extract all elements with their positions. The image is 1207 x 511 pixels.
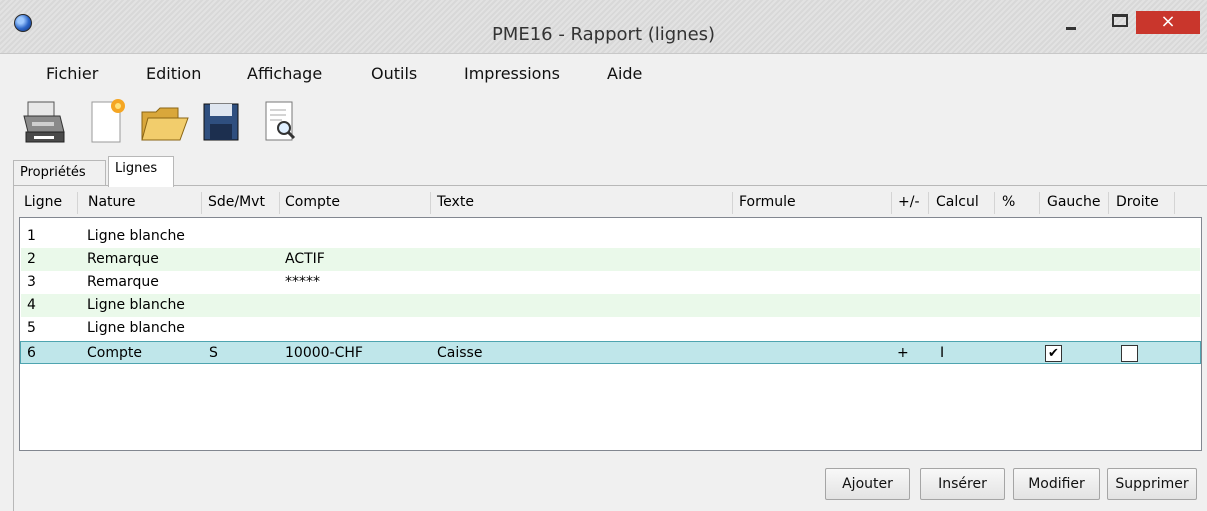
delete-button[interactable]: Supprimer [1107,468,1197,500]
cell-compte: 10000-CHF [285,345,363,361]
title-bar: PME16 - Rapport (lignes) × [0,0,1207,54]
cell-sde-mvt: S [209,345,218,361]
gauche-checkbox[interactable]: ✔ [1045,345,1062,362]
cell-nature: Remarque [87,274,159,290]
col-percent[interactable]: % [1002,194,1015,210]
menu-edition[interactable]: Edition [146,64,201,83]
print-preview-icon[interactable] [260,96,308,148]
close-button[interactable]: × [1136,11,1200,34]
col-nature[interactable]: Nature [88,194,135,210]
cell-nature: Ligne blanche [87,228,185,244]
cell-sign: + [897,345,909,361]
tab-proprietes[interactable]: Propriétés [13,160,106,186]
cell-ligne: 5 [27,320,36,336]
col-formule[interactable]: Formule [739,194,796,210]
table-row[interactable]: 2 Remarque ACTIF [21,248,1200,271]
col-sde-mvt[interactable]: Sde/Mvt [208,194,265,210]
add-button[interactable]: Ajouter [825,468,910,500]
cell-compte: ACTIF [285,251,325,267]
col-ligne[interactable]: Ligne [24,194,62,210]
cell-texte: Caisse [437,345,483,361]
table-row[interactable]: 3 Remarque ***** [21,271,1200,294]
minimize-button[interactable] [1066,27,1076,30]
cell-ligne: 1 [27,228,36,244]
droite-checkbox[interactable] [1121,345,1138,362]
printer-icon[interactable] [20,96,68,148]
grid-header: Ligne Nature Sde/Mvt Compte Texte Formul… [14,192,1200,216]
cell-nature: Compte [87,345,142,361]
table-row[interactable]: 1 Ligne blanche [21,225,1200,248]
cell-ligne: 6 [27,345,36,361]
cell-ligne: 3 [27,274,36,290]
tab-lignes[interactable]: Lignes [108,156,174,187]
table-row-selected[interactable]: 6 Compte S 10000-CHF Caisse + I ✔ [20,341,1201,364]
col-calcul[interactable]: Calcul [936,194,979,210]
maximize-button[interactable] [1112,14,1128,27]
menu-impressions[interactable]: Impressions [464,64,560,83]
col-gauche[interactable]: Gauche [1047,194,1100,210]
menu-fichier[interactable]: Fichier [46,64,98,83]
cell-nature: Ligne blanche [87,320,185,336]
insert-button[interactable]: Insérer [920,468,1005,500]
col-texte[interactable]: Texte [437,194,474,210]
menu-affichage[interactable]: Affichage [247,64,322,83]
lines-list[interactable]: 1 Ligne blanche 2 Remarque ACTIF 3 Remar… [19,217,1202,451]
cell-ligne: 4 [27,297,36,313]
cell-calcul: I [940,345,945,361]
cell-compte: ***** [285,274,320,290]
menu-bar: Fichier Edition Affichage Outils Impress… [0,62,1207,88]
col-sign[interactable]: +/- [898,194,920,210]
modify-button[interactable]: Modifier [1013,468,1100,500]
menu-outils[interactable]: Outils [371,64,417,83]
col-droite[interactable]: Droite [1116,194,1159,210]
col-compte[interactable]: Compte [285,194,340,210]
cell-nature: Remarque [87,251,159,267]
menu-aide[interactable]: Aide [607,64,642,83]
save-floppy-icon[interactable] [200,96,248,148]
table-row[interactable]: 5 Ligne blanche [21,317,1200,340]
cell-nature: Ligne blanche [87,297,185,313]
open-folder-icon[interactable] [138,96,189,148]
cell-ligne: 2 [27,251,36,267]
window-title: PME16 - Rapport (lignes) [491,24,716,45]
new-document-icon[interactable] [86,96,134,148]
table-row[interactable]: 4 Ligne blanche [21,294,1200,317]
